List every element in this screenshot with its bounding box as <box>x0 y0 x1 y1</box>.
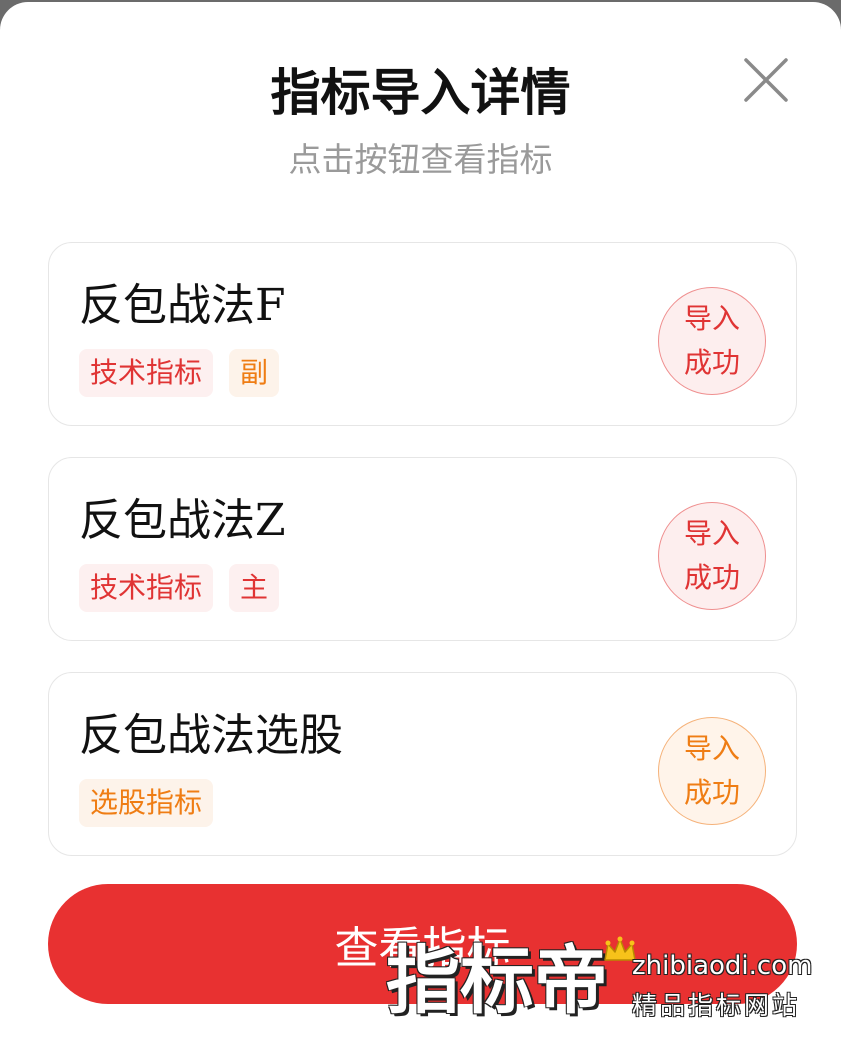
indicator-card: 反包战法选股 选股指标 导入 成功 <box>48 672 797 856</box>
tag-type: 技术指标 <box>79 564 214 612</box>
watermark-domain: zhibiaodi.com <box>632 951 813 981</box>
indicator-card: 反包战法F 技术指标 副 导入 成功 <box>48 242 797 426</box>
indicator-name: 反包战法Z <box>79 495 286 546</box>
status-line-1: 导入 <box>683 302 740 335</box>
import-status-badge: 导入 成功 <box>658 502 766 610</box>
tag-type: 技术指标 <box>79 349 214 397</box>
indicator-card: 反包战法Z 技术指标 主 导入 成功 <box>48 457 797 641</box>
tag-type: 选股指标 <box>79 779 214 827</box>
close-button[interactable] <box>740 54 792 106</box>
watermark-slogan: 精品指标网站 <box>632 991 801 1020</box>
dialog-title: 指标导入详情 <box>270 64 571 122</box>
status-line-1: 导入 <box>683 732 740 765</box>
indicator-tags: 技术指标 主 <box>79 564 280 612</box>
import-status-badge: 导入 成功 <box>658 717 766 825</box>
status-line-2: 成功 <box>683 561 740 594</box>
tag-position: 副 <box>229 349 280 397</box>
status-line-1: 导入 <box>683 517 740 550</box>
indicator-name: 反包战法F <box>79 280 286 331</box>
indicator-name: 反包战法选股 <box>79 710 343 761</box>
indicator-tags: 选股指标 <box>79 779 214 827</box>
watermark-logo: 指标帝 zhibiaodi.com 精品指标网站 <box>380 932 841 1042</box>
status-line-2: 成功 <box>683 346 740 379</box>
indicator-list: 反包战法F 技术指标 副 导入 成功 反包战法Z 技术指标 主 导入 成功 反包… <box>48 242 797 887</box>
import-details-dialog: 指标导入详情 点击按钮查看指标 反包战法F 技术指标 副 导入 成功 反包战法Z… <box>0 2 841 1050</box>
tag-position: 主 <box>229 564 280 612</box>
close-icon <box>744 58 788 102</box>
dialog-subtitle: 点击按钮查看指标 <box>288 140 553 179</box>
import-status-badge: 导入 成功 <box>658 287 766 395</box>
indicator-tags: 技术指标 副 <box>79 349 280 397</box>
status-line-2: 成功 <box>683 776 740 809</box>
watermark-title: 指标帝 <box>386 938 608 1024</box>
